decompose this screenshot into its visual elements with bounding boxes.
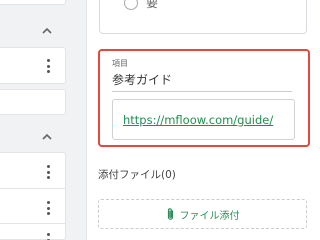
sidebar [0, 0, 86, 240]
sidebar-card [0, 152, 66, 240]
attach-file-button[interactable]: ファイル添付 [98, 199, 307, 229]
paperclip-icon [167, 208, 173, 220]
more-vert-icon[interactable] [46, 59, 50, 73]
more-vert-icon[interactable] [46, 165, 50, 179]
sidebar-card[interactable] [0, 0, 66, 5]
item-card-highlighted[interactable]: 項目 参考ガイド https://mfloow.com/guide/ [98, 49, 310, 147]
divider [0, 223, 66, 224]
attachments-title: 添付ファイル(0) [98, 169, 176, 181]
sidebar-card[interactable] [0, 47, 66, 84]
item-field-label: 項目 [112, 59, 128, 68]
chevron-up-icon[interactable] [42, 133, 52, 140]
radio-icon[interactable] [124, 0, 138, 10]
guide-link[interactable]: https://mfloow.com/guide/ [123, 113, 273, 127]
more-vert-icon[interactable] [46, 233, 50, 240]
more-vert-icon[interactable] [46, 201, 50, 215]
detail-panel: 要 項目 参考ガイド https://mfloow.com/guide/ 添付フ… [86, 0, 319, 240]
attach-file-label: ファイル添付 [179, 210, 240, 222]
url-field[interactable]: https://mfloow.com/guide/ [112, 99, 295, 140]
divider [0, 188, 66, 189]
radio-group-card: 要 [99, 0, 307, 34]
item-title-field[interactable]: 参考ガイド [112, 71, 172, 88]
app-root: 要 項目 参考ガイド https://mfloow.com/guide/ 添付フ… [0, 0, 319, 240]
radio-label[interactable]: 要 [146, 0, 158, 10]
chevron-up-icon[interactable] [42, 27, 52, 34]
sidebar-input[interactable] [0, 89, 66, 115]
field-underline [112, 91, 292, 92]
